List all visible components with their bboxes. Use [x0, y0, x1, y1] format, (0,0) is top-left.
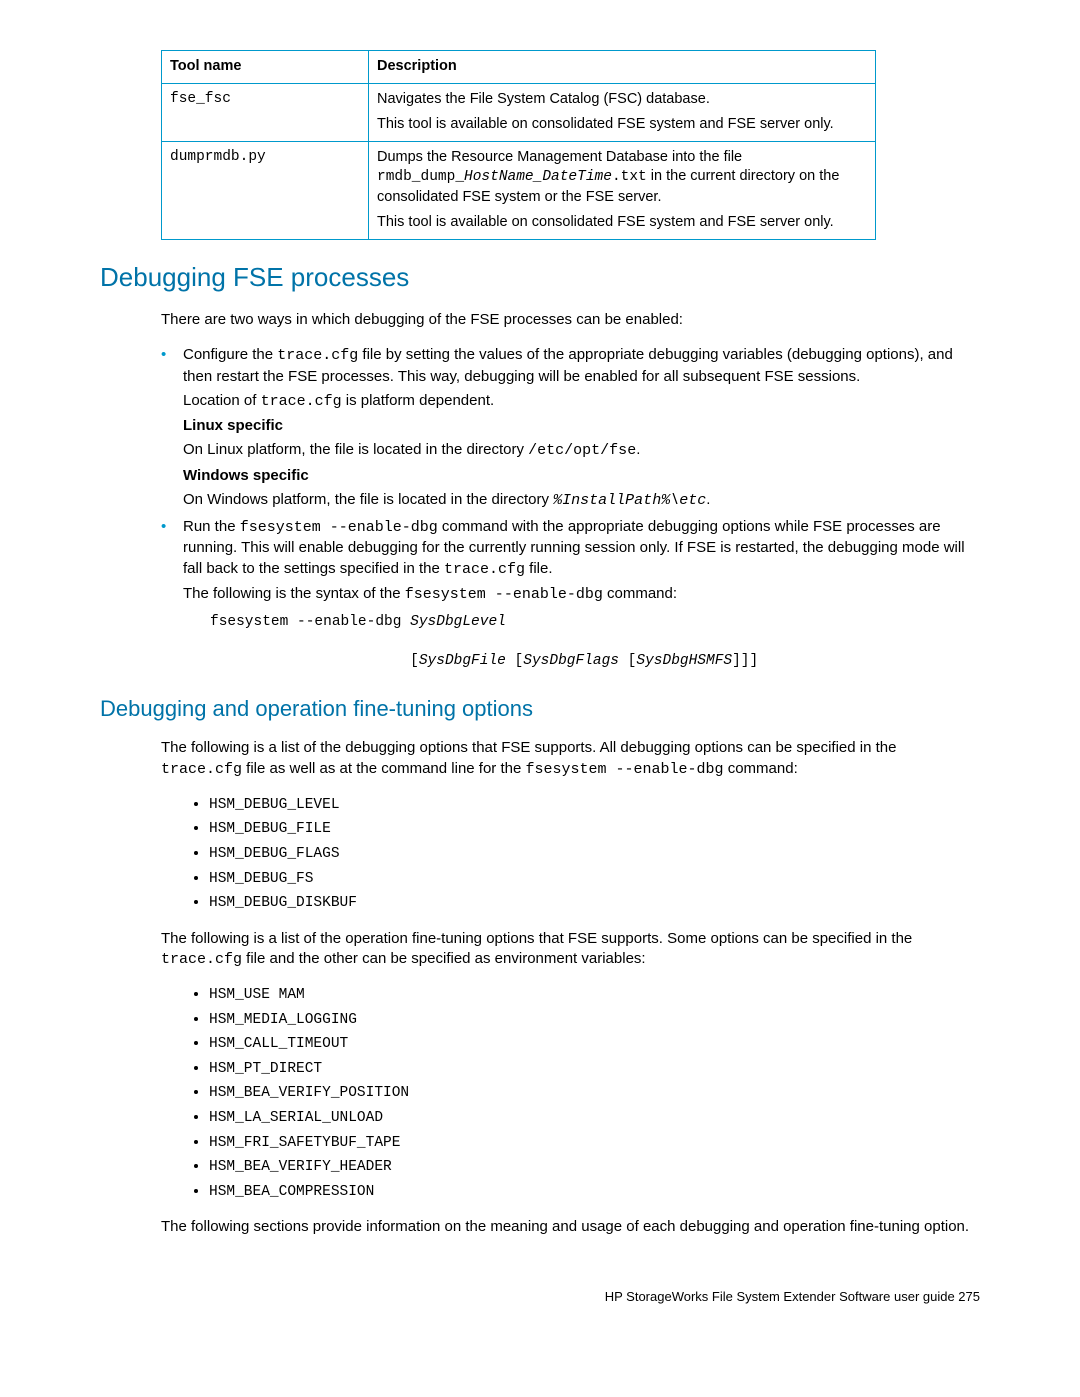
- list-item: HSM_DEBUG_DISKBUF: [209, 893, 980, 914]
- list-item: HSM_DEBUG_LEVEL: [209, 795, 980, 816]
- list-item: HSM_LA_SERIAL_UNLOAD: [209, 1108, 980, 1129]
- list-item: HSM_PT_DIRECT: [209, 1059, 980, 1080]
- ft-paragraph-2: The following is a list of the operation…: [161, 929, 980, 971]
- method-1-p2: Location of trace.cfg is platform depend…: [183, 391, 980, 412]
- row2-tool: dumprmdb.py: [162, 141, 369, 239]
- list-item: HSM_MEDIA_LOGGING: [209, 1010, 980, 1031]
- row1-desc: Navigates the File System Catalog (FSC) …: [369, 83, 876, 141]
- heading-debugging-fse: Debugging FSE processes: [100, 260, 980, 295]
- linux-text: On Linux platform, the file is located i…: [183, 440, 980, 461]
- intro-paragraph: There are two ways in which debugging of…: [161, 310, 980, 330]
- method-1-p1: Configure the trace.cfg file by setting …: [183, 345, 980, 387]
- row1-p1: Navigates the File System Catalog (FSC) …: [377, 90, 867, 110]
- list-item: HSM_FRI_SAFETYBUF_TAPE: [209, 1133, 980, 1154]
- list-item: HSM_BEA_COMPRESSION: [209, 1182, 980, 1203]
- row2-desc: Dumps the Resource Management Database i…: [369, 141, 876, 239]
- list-item: HSM_BEA_VERIFY_POSITION: [209, 1083, 980, 1104]
- list-item: HSM_USE MAM: [209, 985, 980, 1006]
- row1-tool: fse_fsc: [162, 83, 369, 141]
- list-item: HSM_DEBUG_FS: [209, 869, 980, 890]
- list-item: HSM_DEBUG_FILE: [209, 819, 980, 840]
- final-paragraph: The following sections provide informati…: [161, 1217, 980, 1237]
- row2-p1: Dumps the Resource Management Database i…: [377, 148, 867, 208]
- code-syntax: fsesystem --enable-dbg SysDbgLevel [SysD…: [210, 613, 980, 672]
- tool-table: Tool name Description fse_fsc Navigates …: [161, 50, 876, 240]
- method-2-p2: The following is the syntax of the fsesy…: [183, 584, 980, 605]
- th-desc: Description: [369, 51, 876, 84]
- windows-text: On Windows platform, the file is located…: [183, 490, 980, 511]
- ft-paragraph-1: The following is a list of the debugging…: [161, 738, 980, 780]
- method-2: Run the fsesystem --enable-dbg command w…: [161, 517, 980, 605]
- row1-p2: This tool is available on consolidated F…: [377, 115, 867, 135]
- method-1: Configure the trace.cfg file by setting …: [161, 345, 980, 511]
- debug-options-list: HSM_DEBUG_LEVEL HSM_DEBUG_FILE HSM_DEBUG…: [161, 795, 980, 914]
- list-item: HSM_DEBUG_FLAGS: [209, 844, 980, 865]
- th-tool: Tool name: [162, 51, 369, 84]
- method-2-p1: Run the fsesystem --enable-dbg command w…: [183, 517, 980, 580]
- windows-heading: Windows specific: [183, 466, 980, 486]
- linux-heading: Linux specific: [183, 416, 980, 436]
- row2-p2: This tool is available on consolidated F…: [377, 213, 867, 233]
- method-list: Configure the trace.cfg file by setting …: [161, 345, 980, 605]
- tuning-options-list: HSM_USE MAM HSM_MEDIA_LOGGING HSM_CALL_T…: [161, 985, 980, 1202]
- list-item: HSM_CALL_TIMEOUT: [209, 1034, 980, 1055]
- list-item: HSM_BEA_VERIFY_HEADER: [209, 1157, 980, 1178]
- heading-finetuning: Debugging and operation fine-tuning opti…: [100, 694, 980, 724]
- page-footer: HP StorageWorks File System Extender Sof…: [100, 1288, 980, 1306]
